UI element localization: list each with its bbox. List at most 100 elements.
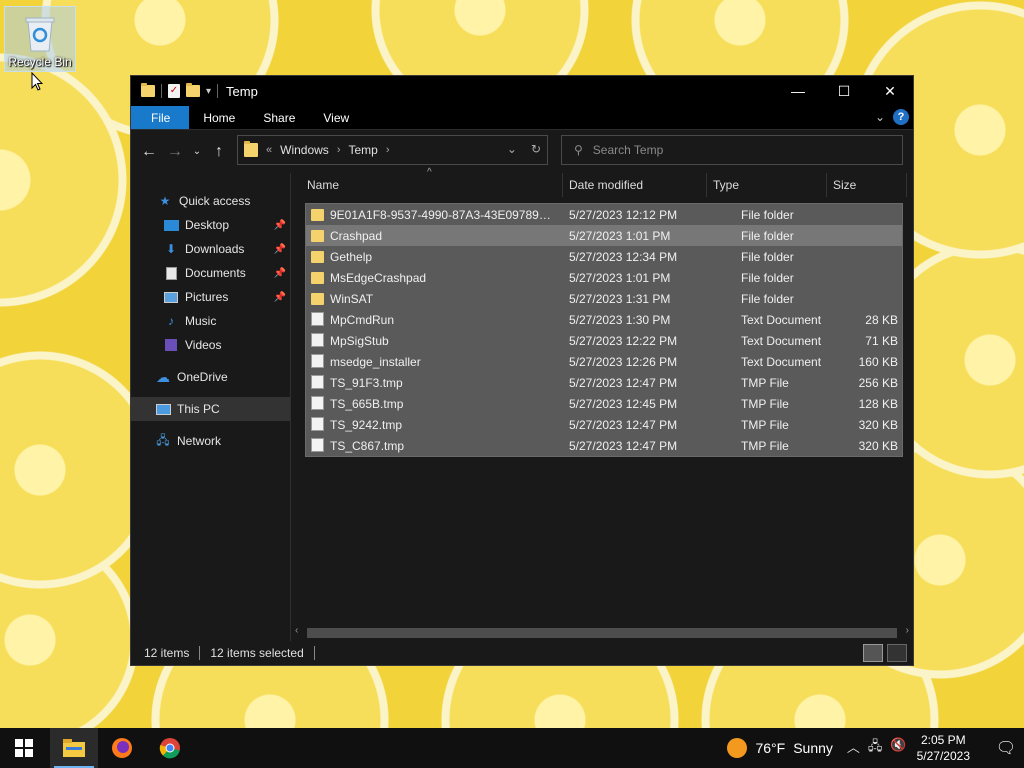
file-name: Gethelp [330,250,373,264]
address-bar[interactable]: « Windows › Temp › ⌄ ↻ [237,135,548,165]
documents-icon [163,266,179,280]
file-date-modified: 5/27/2023 12:34 PM [569,250,678,264]
file-size: 256 KB [858,376,898,390]
breadcrumb-temp[interactable]: Temp [348,143,377,157]
nav-network[interactable]: 🖧 Network [131,429,290,453]
network-status-icon[interactable]: 🖧 [868,737,883,759]
chevron-right-icon[interactable]: › [386,144,390,156]
weather-temp: 76°F [755,740,786,756]
search-box[interactable]: ⚲ [561,135,903,165]
document-icon [311,438,324,452]
folder-icon [311,209,324,221]
back-button[interactable]: ← [136,139,162,165]
minimize-button[interactable]: — [775,76,821,106]
file-type: TMP File [741,376,789,390]
nav-documents[interactable]: Documents 📌 [131,261,290,285]
file-row[interactable]: Crashpad 5/27/2023 1:01 PM File folder [306,225,902,246]
file-row[interactable]: TS_91F3.tmp 5/27/2023 12:47 PM TMP File 256… [306,372,902,393]
file-name: msedge_installer [330,355,421,369]
column-header-size[interactable]: Size [827,173,907,197]
recent-locations-button[interactable]: ⌄ [188,139,206,165]
column-header-type[interactable]: Type [707,173,827,197]
title-bar[interactable]: ✓ ▾ Temp — ☐ ✕ [131,76,913,106]
weather-widget[interactable]: 76°F Sunny [727,738,833,758]
nav-pictures[interactable]: Pictures 📌 [131,285,290,309]
search-input[interactable] [592,143,873,157]
file-row[interactable]: 9E01A1F8-9537-4990-87A3-43E09789C76... 5/… [306,204,902,225]
new-folder-icon[interactable] [186,83,200,97]
chevron-right-icon[interactable]: › [337,144,341,156]
tab-home[interactable]: Home [189,106,249,129]
maximize-button[interactable]: ☐ [821,76,867,106]
file-type: Text Document [741,313,822,327]
forward-button[interactable]: → [162,139,188,165]
column-header-name[interactable]: Name [291,173,563,197]
file-date-modified: 5/27/2023 1:01 PM [569,229,671,243]
up-button[interactable]: ↑ [206,139,232,165]
show-hidden-icons-icon[interactable]: ︿ [847,737,860,759]
scroll-left-icon[interactable]: ‹ [295,625,298,636]
refresh-icon[interactable]: ↻ [531,142,541,156]
clock-date: 5/27/2023 [916,749,970,763]
column-headers: ^ Name Date modified Type Size [291,167,913,197]
taskbar-firefox[interactable] [98,728,146,768]
nav-desktop[interactable]: Desktop 📌 [131,213,290,237]
details-view-button[interactable] [863,644,883,662]
file-row[interactable]: WinSAT 5/27/2023 1:31 PM File folder [306,288,902,309]
taskbar-chrome[interactable] [146,728,194,768]
status-bar: 12 items 12 items selected [131,641,913,665]
document-icon [311,417,324,431]
notification-center-icon[interactable]: 🗨 [988,738,1024,758]
file-row[interactable]: TS_C867.tmp 5/27/2023 12:47 PM TMP File 320… [306,435,902,456]
column-header-date[interactable]: Date modified [563,173,707,197]
nav-this-pc[interactable]: This PC [131,397,290,421]
document-icon [311,396,324,410]
horizontal-scrollbar[interactable]: ‹ › [291,624,913,641]
file-row[interactable]: msedge_installer 5/27/2023 12:26 PM Text D… [306,351,902,372]
file-row[interactable]: Gethelp 5/27/2023 12:34 PM File folder [306,246,902,267]
tab-view[interactable]: View [309,106,363,129]
tab-file[interactable]: File [131,106,190,129]
nav-quick-access[interactable]: ★ Quick access [131,189,290,213]
file-row[interactable]: TS_665B.tmp 5/27/2023 12:45 PM TMP File 128… [306,393,902,414]
nav-videos[interactable]: Videos [131,333,290,357]
computer-icon [155,402,171,416]
help-icon[interactable]: ? [893,109,909,125]
firefox-icon [112,738,132,758]
document-icon [311,354,324,368]
file-date-modified: 5/27/2023 12:47 PM [569,418,678,432]
breadcrumb-overflow[interactable]: « [266,144,272,156]
expand-ribbon-icon[interactable]: ⌄ [875,110,885,124]
file-row[interactable]: MpCmdRun 5/27/2023 1:30 PM Text Document 28… [306,309,902,330]
close-button[interactable]: ✕ [867,76,913,106]
nav-downloads[interactable]: ⬇ Downloads 📌 [131,237,290,261]
document-icon [311,375,324,389]
start-button[interactable] [0,728,48,768]
file-row[interactable]: MsEdgeCrashpad 5/27/2023 1:01 PM File fold… [306,267,902,288]
nav-onedrive[interactable]: ☁ OneDrive [131,365,290,389]
breadcrumb-windows[interactable]: Windows [280,143,329,157]
file-size: 28 KB [865,313,898,327]
customize-toolbar-icon[interactable]: ▾ [206,86,211,97]
pin-icon: 📌 [273,243,286,255]
file-list-pane: ^ Name Date modified Type Size 9E01A1F8-… [291,167,913,641]
large-icons-view-button[interactable] [887,644,907,662]
file-row[interactable]: TS_9242.tmp 5/27/2023 12:47 PM TMP File 320… [306,414,902,435]
clock[interactable]: 2:05 PM 5/27/2023 [917,732,970,764]
address-dropdown-icon[interactable]: ⌄ [507,142,517,156]
scroll-right-icon[interactable]: › [906,625,909,636]
clock-time: 2:05 PM [920,733,966,747]
recycle-bin-desktop-icon[interactable]: Recycle Bin [4,6,76,72]
file-name: MpSigStub [330,334,389,348]
file-name: MsEdgeCrashpad [330,271,427,285]
navigation-bar: ← → ⌄ ↑ « Windows › Temp › ⌄ ↻ ⚲ [131,130,913,173]
nav-music[interactable]: ♪ Music [131,309,290,333]
properties-icon[interactable]: ✓ [168,84,180,98]
download-icon: ⬇ [165,242,177,256]
taskbar-file-explorer[interactable] [50,728,98,768]
volume-muted-icon[interactable]: 🔇 [890,737,906,759]
scrollbar-thumb[interactable] [307,628,897,638]
file-date-modified: 5/27/2023 12:12 PM [569,208,678,222]
tab-share[interactable]: Share [249,106,309,129]
file-row[interactable]: MpSigStub 5/27/2023 12:22 PM Text Document… [306,330,902,351]
